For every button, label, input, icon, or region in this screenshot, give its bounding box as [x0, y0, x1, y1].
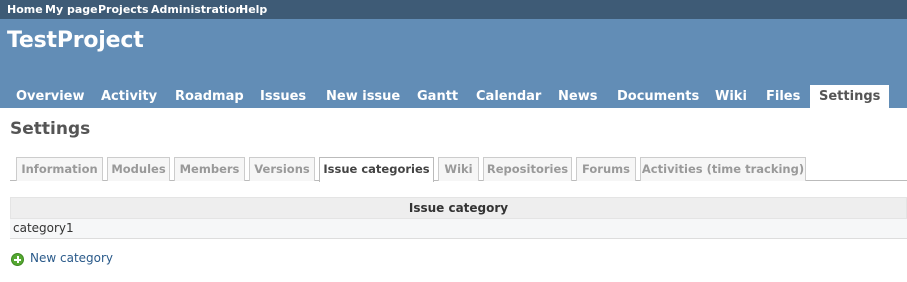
main-menu-wiki[interactable]: Wiki	[715, 85, 747, 108]
main-menu-gantt[interactable]: Gantt	[417, 85, 458, 108]
top-menu: Home My page Projects Administration Hel…	[0, 0, 907, 19]
main-menu-files[interactable]: Files	[766, 85, 800, 108]
tab-information[interactable]: Information	[16, 157, 103, 181]
tab-repositories[interactable]: Repositories	[483, 157, 572, 181]
tab-activities-time-tracking[interactable]: Activities (time tracking)	[640, 157, 806, 181]
top-menu-administration[interactable]: Administration	[151, 3, 243, 16]
project-title[interactable]: TestProject	[7, 28, 144, 53]
main-menu-documents[interactable]: Documents	[617, 85, 699, 108]
tab-issue-categories[interactable]: Issue categories	[319, 157, 434, 182]
tab-members[interactable]: Members	[174, 157, 245, 181]
main-menu-news[interactable]: News	[558, 85, 597, 108]
main-menu-activity[interactable]: Activity	[101, 85, 157, 108]
top-menu-my-page[interactable]: My page	[45, 3, 98, 16]
new-category-label[interactable]: New category	[30, 251, 113, 265]
category-name[interactable]: category1	[13, 221, 74, 235]
tab-forums[interactable]: Forums	[576, 157, 636, 181]
tab-versions[interactable]: Versions	[249, 157, 315, 181]
top-menu-projects[interactable]: Projects	[98, 3, 149, 16]
main-menu-settings[interactable]: Settings	[810, 85, 890, 108]
tab-modules[interactable]: Modules	[107, 157, 170, 181]
main-menu-new-issue[interactable]: New issue	[326, 85, 400, 108]
main-menu-calendar[interactable]: Calendar	[476, 85, 541, 108]
main-menu-issues[interactable]: Issues	[260, 85, 306, 108]
table-row: category1	[10, 219, 907, 239]
add-icon[interactable]	[11, 253, 24, 266]
table-header: Issue category	[10, 197, 907, 219]
top-menu-help[interactable]: Help	[239, 3, 267, 16]
main-menu-roadmap[interactable]: Roadmap	[175, 85, 244, 108]
column-header-issue-category[interactable]: Issue category	[11, 198, 906, 218]
page-title: Settings	[10, 119, 91, 139]
main-menu: Overview Activity Roadmap Issues New iss…	[0, 85, 907, 108]
top-menu-home[interactable]: Home	[7, 3, 43, 16]
header: TestProject Overview Activity Roadmap Is…	[0, 19, 907, 108]
tab-wiki[interactable]: Wiki	[438, 157, 479, 181]
main-menu-overview[interactable]: Overview	[16, 85, 85, 108]
